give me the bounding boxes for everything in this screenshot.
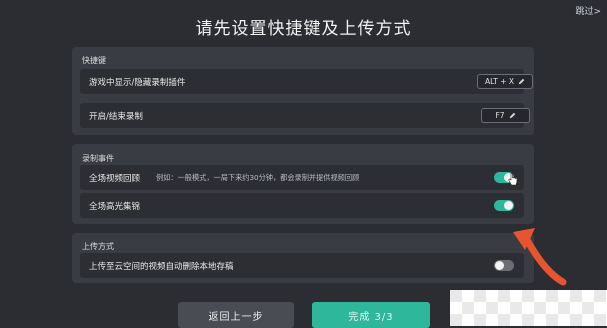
- checkerboard-artifact: [450, 290, 607, 326]
- record-events-section: 录制事件 全场视频回顾 例如：一般模式，一局下来约30分钟，都会录制并提供视频回…: [72, 144, 534, 224]
- event-row-highlights: 全场高光集锦: [80, 193, 524, 218]
- hotkey-input[interactable]: F7: [481, 108, 530, 123]
- page-title: 请先设置快捷键及上传方式: [195, 19, 412, 39]
- hotkey-input[interactable]: ALT + X: [477, 74, 533, 89]
- hotkey-value: ALT + X: [484, 77, 515, 86]
- hotkey-row-toggle-plugin: 游戏中显示/隐藏录制插件 ALT + X: [80, 69, 533, 94]
- toggle-knob: [495, 261, 504, 270]
- upload-section: 上传方式 上传至云空间的视频自动删除本地存稿: [72, 233, 534, 283]
- hotkey-row-record: 开启/结束录制 F7: [80, 103, 530, 128]
- highlights-toggle[interactable]: [494, 200, 514, 211]
- event-label: 全场视频回顾: [89, 174, 141, 184]
- back-button[interactable]: 返回上一步: [178, 302, 294, 328]
- toggle-knob: [504, 201, 513, 210]
- annotation-arrow-icon: [513, 228, 567, 286]
- hotkeys-section-title: 快捷键: [82, 56, 106, 65]
- event-label: 全场高光集锦: [89, 202, 141, 212]
- pencil-icon: [509, 112, 515, 119]
- hotkey-value: F7: [495, 111, 505, 120]
- upload-row-auto-delete: 上传至云空间的视频自动删除本地存稿: [80, 253, 524, 278]
- event-row-full-review: 全场视频回顾 例如：一般模式，一局下来约30分钟，都会录制并提供视频回顾: [80, 165, 524, 190]
- done-button[interactable]: 完成 3/3: [312, 302, 430, 328]
- hand-cursor-icon: [508, 173, 518, 186]
- hotkey-label: 开启/结束录制: [89, 112, 143, 122]
- upload-label: 上传至云空间的视频自动删除本地存稿: [89, 262, 234, 272]
- pencil-icon: [518, 78, 525, 85]
- upload-section-title: 上传方式: [82, 242, 114, 251]
- event-hint: 例如：一般模式，一局下来约30分钟，都会录制并提供视频回顾: [156, 173, 360, 182]
- hotkeys-section: 快捷键 游戏中显示/隐藏录制插件 ALT + X 开启/结束录制 F7: [72, 47, 534, 135]
- record-events-section-title: 录制事件: [82, 154, 114, 163]
- hotkey-label: 游戏中显示/隐藏录制插件: [89, 78, 186, 88]
